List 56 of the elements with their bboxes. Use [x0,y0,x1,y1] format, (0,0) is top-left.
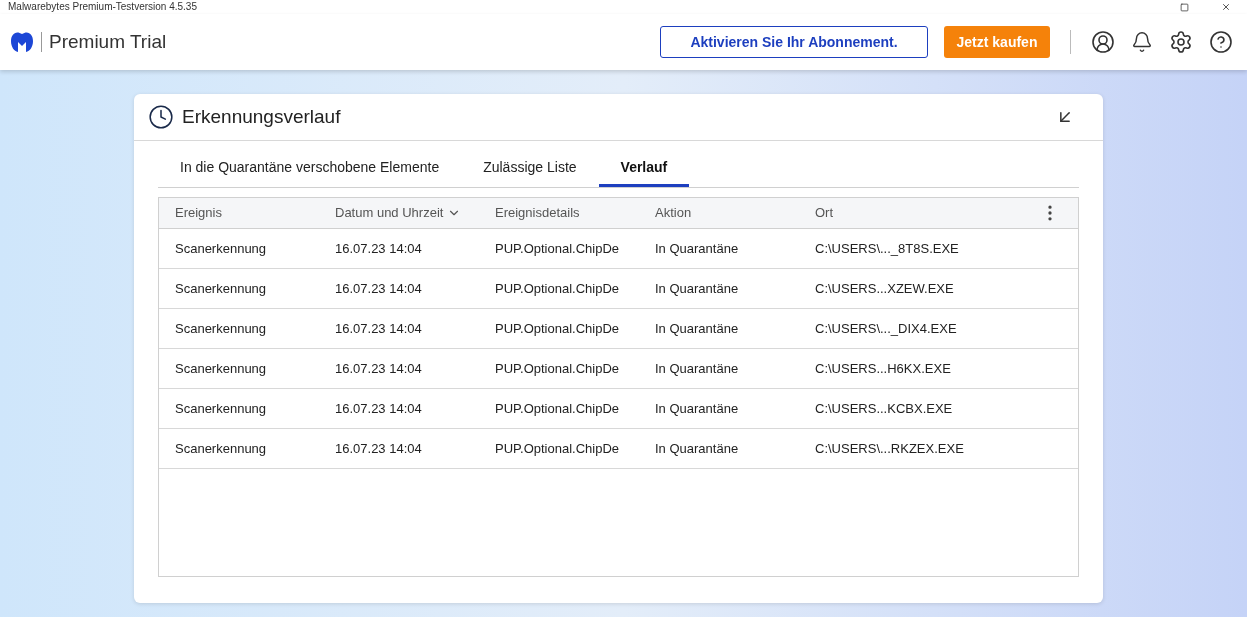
table-cell-text: Scanerkennung [175,399,268,418]
table-cell-text: C:\USERS...XZEW.EXE [815,279,955,298]
table-cell-text: In Quarantäne [655,359,740,378]
table-cell-text: 16.07.23 14:04 [335,279,423,298]
notification-icon[interactable] [1131,31,1153,53]
table-cell-text: 16.07.23 14:04 [335,319,423,338]
account-icon[interactable] [1091,30,1115,54]
table-row[interactable]: Scanerkennung 16.07.23 14:04 PUP.Optional.ChipDe In Quarantäne C:\USERS...H6KX.EXE [159,349,1078,389]
tab[interactable]: Verlauf [598,151,690,187]
table-cell-text: Scanerkennung [175,439,268,458]
product-name: Premium Trial [49,29,167,54]
table-cell-text: In Quarantäne [655,439,740,458]
table-cell-text: In Quarantäne [655,319,740,338]
table-cell-text: PUP.Optional.ChipDe [495,239,621,258]
table-cell-text: Scanerkennung [175,319,268,338]
table-cell-text: C:\USERS...KCBX.EXE [815,399,954,418]
close-icon[interactable] [1221,2,1231,12]
table-cell-text: In Quarantäne [655,279,740,298]
tab[interactable]: In die Quarantäne verschobene Elemente [158,151,462,187]
table-cell-text: C:\USERS\...RKZEX.EXE [815,439,965,458]
table-cell-text: 16.07.23 14:04 [335,399,423,418]
column-header[interactable]: Datum und Uhrzeit [335,203,462,223]
table-cell-text: PUP.Optional.ChipDe [495,319,621,338]
table-cell-text: PUP.Optional.ChipDe [495,359,621,378]
column-header[interactable]: Aktion [655,203,692,223]
settings-icon[interactable] [1169,30,1193,54]
table-row[interactable]: Scanerkennung 16.07.23 14:04 PUP.Optional.ChipDe In Quarantäne C:\USERS...XZEW.EXE [159,269,1078,309]
table-cell-text: PUP.Optional.ChipDe [495,439,621,458]
table-row[interactable]: Scanerkennung 16.07.23 14:04 PUP.Optional.ChipDe In Quarantäne C:\USERS\..._DIX4.EXE [159,309,1078,349]
window-title: Malwarebytes Premium-Testversion 4.5.35 [8,2,197,12]
table-cell-text: C:\USERS\..._8T8S.EXE [815,239,960,258]
table-cell-text: Scanerkennung [175,359,268,378]
table-cell-text: In Quarantäne [655,399,740,418]
panel-title: Erkennungsverlauf [182,104,341,129]
table-cell-text: PUP.Optional.ChipDe [495,399,621,418]
maximize-icon[interactable] [1180,2,1189,12]
help-icon[interactable] [1209,30,1233,54]
table-cell-text: C:\USERS...H6KX.EXE [815,359,952,378]
table-row[interactable]: Scanerkennung 16.07.23 14:04 PUP.Optional.ChipDe In Quarantäne C:\USERS\...RKZEX.EXE [159,429,1078,469]
table-cell-text: Scanerkennung [175,279,268,298]
table-cell-text: Scanerkennung [175,239,268,258]
activate-button[interactable]: Aktivieren Sie Ihr Abonnement. [660,26,928,58]
clock-icon [148,104,174,130]
table-cell-text: PUP.Optional.ChipDe [495,279,621,298]
column-header[interactable]: Ereignis [175,203,222,223]
column-header[interactable]: Ereignisdetails [495,203,580,223]
table-row[interactable]: Scanerkennung 16.07.23 14:04 PUP.Optional.ChipDe In Quarantäne C:\USERS...KCBX.EXE [159,389,1078,429]
tab[interactable]: Zulässige Liste [461,151,599,187]
table-cell-text: C:\USERS\..._DIX4.EXE [815,319,958,338]
table-cell-text: In Quarantäne [655,239,740,258]
table-row[interactable]: Scanerkennung 16.07.23 14:04 PUP.Optional.ChipDe In Quarantäne C:\USERS\..._8T8S.EXE [159,229,1078,269]
table-cell-text: 16.07.23 14:04 [335,439,423,458]
logo-icon [10,31,34,53]
table-cell-text: 16.07.23 14:04 [335,359,423,378]
column-header[interactable]: Ort [815,203,834,223]
table-cell-text: 16.07.23 14:04 [335,239,423,258]
